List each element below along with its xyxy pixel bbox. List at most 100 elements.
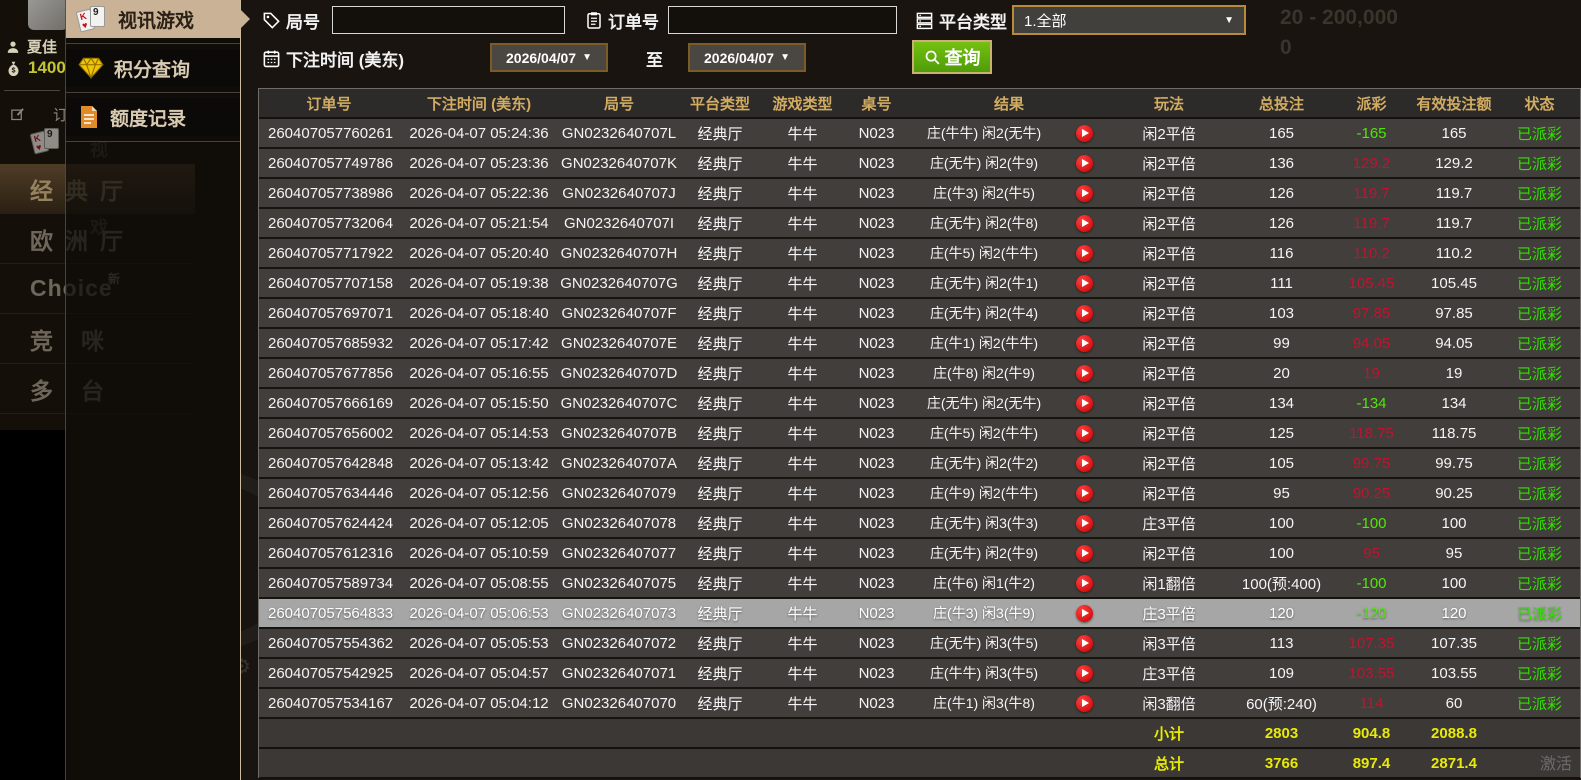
date-to-picker[interactable]: 2026/04/07 ▼ bbox=[688, 43, 806, 72]
play-video-button[interactable] bbox=[1059, 479, 1109, 507]
table-row[interactable]: 260407057564833 2026-04-07 05:06:53 GN02… bbox=[259, 599, 1580, 629]
table-header: 订单号 下注时间 (美东) 局号 平台类型 游戏类型 桌号 结果 玩法 总投注 … bbox=[259, 89, 1580, 119]
menu-item-quota-records[interactable]: 额度记录 bbox=[66, 98, 240, 136]
table-row[interactable]: 260407057554362 2026-04-07 05:05:53 GN02… bbox=[259, 629, 1580, 659]
play-video-button[interactable] bbox=[1059, 539, 1109, 567]
play-video-button[interactable] bbox=[1059, 659, 1109, 687]
cell-result: 庄(无牛) 闲2(牛1) bbox=[929, 275, 1039, 291]
cell-game-type: 牛牛 bbox=[787, 605, 818, 623]
cell-order-number: 260407057564833 bbox=[268, 604, 394, 622]
cell-round-number: GN0232640707F bbox=[561, 304, 677, 322]
table-row[interactable]: 260407057612316 2026-04-07 05:10:59 GN02… bbox=[259, 539, 1580, 569]
table-row[interactable]: 260407057542925 2026-04-07 05:04:57 GN02… bbox=[259, 659, 1580, 689]
cell-platform: 经典厅 bbox=[697, 275, 743, 293]
table-row[interactable]: 260407057685932 2026-04-07 05:17:42 GN02… bbox=[259, 329, 1580, 359]
cell-order-number: 260407057738986 bbox=[268, 184, 394, 202]
table-row[interactable]: 260407057634446 2026-04-07 05:12:56 GN02… bbox=[259, 479, 1580, 509]
play-video-button[interactable] bbox=[1059, 119, 1109, 147]
cell-round-number: GN02326407079 bbox=[561, 484, 677, 502]
play-video-button[interactable] bbox=[1059, 419, 1109, 447]
platform-type-select[interactable]: 1.全部 ▼ bbox=[1012, 5, 1246, 35]
cell-bet-time: 2026-04-07 05:18:40 bbox=[409, 304, 549, 322]
play-video-button[interactable] bbox=[1059, 569, 1109, 597]
cell-payout: 118.75 bbox=[1349, 424, 1394, 442]
play-video-button[interactable] bbox=[1059, 269, 1109, 297]
cell-bet-time: 2026-04-07 05:05:53 bbox=[409, 634, 549, 652]
table-row[interactable]: 260407057738986 2026-04-07 05:22:36 GN02… bbox=[259, 179, 1580, 209]
cell-play-type: 庄3平倍 bbox=[1142, 605, 1196, 623]
query-button[interactable]: 查询 bbox=[912, 40, 992, 74]
cell-total-bet: 113 bbox=[1269, 634, 1294, 652]
bet-time-label: 下注时间 (美东) bbox=[262, 46, 404, 71]
cell-payout: 97.85 bbox=[1352, 304, 1391, 322]
play-video-button[interactable] bbox=[1059, 509, 1109, 537]
table-row[interactable]: 260407057697071 2026-04-07 05:18:40 GN02… bbox=[259, 299, 1580, 329]
table-row[interactable]: 260407057677856 2026-04-07 05:16:55 GN02… bbox=[259, 359, 1580, 389]
cell-bet-time: 2026-04-07 05:12:56 bbox=[409, 484, 549, 502]
edit-icon bbox=[11, 108, 24, 121]
cell-game-type: 牛牛 bbox=[787, 245, 818, 263]
cell-result: 庄(牛3) 闲2(牛5) bbox=[933, 185, 1035, 201]
cell-game-type: 牛牛 bbox=[787, 155, 818, 173]
round-number-input[interactable] bbox=[332, 6, 565, 34]
table-row[interactable]: 260407057760261 2026-04-07 05:24:36 GN02… bbox=[259, 119, 1580, 149]
background-limit-text: 20 - 200,000 bbox=[1280, 6, 1398, 29]
cell-table-number: N023 bbox=[858, 604, 895, 622]
play-video-button[interactable] bbox=[1059, 689, 1109, 717]
bet-records-table: 订单号 下注时间 (美东) 局号 平台类型 游戏类型 桌号 结果 玩法 总投注 … bbox=[258, 88, 1581, 779]
cell-play-type: 闲2平倍 bbox=[1142, 425, 1196, 443]
date-from-picker[interactable]: 2026/04/07 ▼ bbox=[490, 43, 608, 72]
chevron-down-icon: ▼ bbox=[582, 52, 592, 63]
play-icon bbox=[1075, 184, 1093, 202]
cell-table-number: N023 bbox=[858, 124, 895, 142]
table-row[interactable]: 260407057656002 2026-04-07 05:14:53 GN02… bbox=[259, 419, 1580, 449]
table-row[interactable]: 260407057589734 2026-04-07 05:08:55 GN02… bbox=[259, 569, 1580, 599]
play-video-button[interactable] bbox=[1059, 359, 1109, 387]
table-row[interactable]: 260407057717922 2026-04-07 05:20:40 GN02… bbox=[259, 239, 1580, 269]
menu-item-points-query[interactable]: 积分查询 bbox=[66, 49, 240, 87]
play-video-button[interactable] bbox=[1059, 389, 1109, 417]
play-video-button[interactable] bbox=[1059, 239, 1109, 267]
cell-platform: 经典厅 bbox=[697, 695, 743, 713]
cell-valid-bet: 107.35 bbox=[1431, 634, 1477, 652]
cell-bet-time: 2026-04-07 05:15:50 bbox=[409, 394, 549, 412]
cell-valid-bet: 120 bbox=[1441, 604, 1467, 622]
table-row[interactable]: 260407057749786 2026-04-07 05:23:36 GN02… bbox=[259, 149, 1580, 179]
table-row[interactable]: 260407057624424 2026-04-07 05:12:05 GN02… bbox=[259, 509, 1580, 539]
cell-valid-bet: 90.25 bbox=[1435, 484, 1473, 502]
play-video-button[interactable] bbox=[1059, 299, 1109, 327]
background-menu-note: 订 bbox=[10, 104, 68, 125]
cell-result: 庄(牛6) 闲1(牛2) bbox=[933, 575, 1035, 591]
table-row[interactable]: 260407057732064 2026-04-07 05:21:54 GN02… bbox=[259, 209, 1580, 239]
cell-status-badge: 已派彩 bbox=[1516, 275, 1562, 293]
play-video-button[interactable] bbox=[1059, 209, 1109, 237]
cell-round-number: GN0232640707E bbox=[561, 334, 677, 352]
table-row[interactable]: 260407057707158 2026-04-07 05:19:38 GN02… bbox=[259, 269, 1580, 299]
cell-payout: 94.05 bbox=[1352, 334, 1391, 352]
play-video-button[interactable] bbox=[1059, 629, 1109, 657]
play-video-button[interactable] bbox=[1059, 149, 1109, 177]
cell-table-number: N023 bbox=[858, 244, 895, 262]
cell-bet-time: 2026-04-07 05:12:05 bbox=[409, 514, 549, 532]
cell-play-type: 闲3翻倍 bbox=[1142, 695, 1196, 713]
cell-status-badge: 已派彩 bbox=[1516, 545, 1562, 563]
cell-order-number: 260407057685932 bbox=[268, 334, 394, 352]
play-video-button[interactable] bbox=[1059, 599, 1109, 627]
cell-payout: 119.7 bbox=[1353, 214, 1390, 232]
cell-payout: 114 bbox=[1359, 694, 1384, 712]
table-row[interactable]: 260407057666169 2026-04-07 05:15:50 GN02… bbox=[259, 389, 1580, 419]
cell-bet-time: 2026-04-07 05:19:38 bbox=[409, 274, 549, 292]
play-video-button[interactable] bbox=[1059, 179, 1109, 207]
menu-item-video-games[interactable]: K ♥ 9 视讯游戏 bbox=[66, 0, 250, 38]
cell-platform: 经典厅 bbox=[697, 455, 743, 473]
table-row[interactable]: 260407057642848 2026-04-07 05:13:42 GN02… bbox=[259, 449, 1580, 479]
cell-game-type: 牛牛 bbox=[787, 695, 818, 713]
play-icon bbox=[1075, 424, 1093, 442]
cell-round-number: GN0232640707C bbox=[560, 394, 678, 412]
play-video-button[interactable] bbox=[1059, 449, 1109, 477]
play-icon bbox=[1075, 214, 1093, 232]
table-row[interactable]: 260407057534167 2026-04-07 05:04:12 GN02… bbox=[259, 689, 1580, 719]
play-video-button[interactable] bbox=[1059, 329, 1109, 357]
order-number-input[interactable] bbox=[668, 6, 897, 34]
cell-game-type: 牛牛 bbox=[787, 485, 818, 503]
